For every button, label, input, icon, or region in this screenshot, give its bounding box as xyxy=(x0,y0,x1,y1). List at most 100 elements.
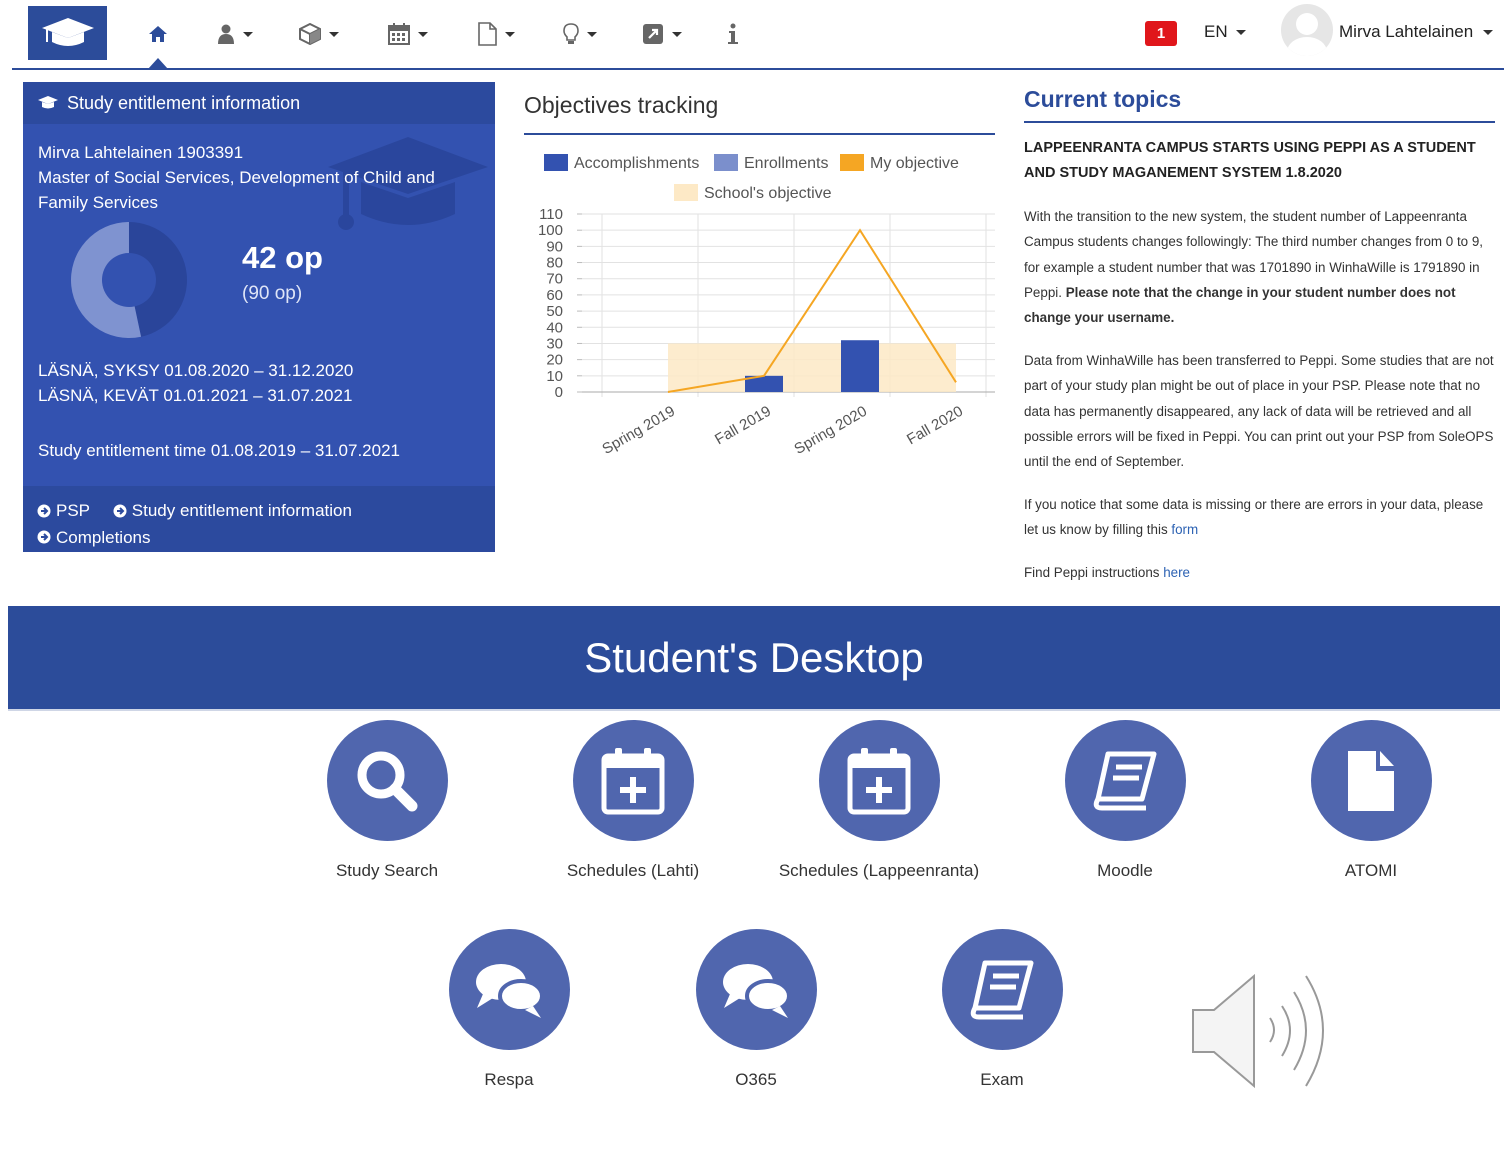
app-logo[interactable] xyxy=(28,6,107,60)
tile-exam[interactable]: Exam xyxy=(882,929,1122,1090)
desktop-title: Student's Desktop xyxy=(584,633,924,681)
topic-paragraph: Find Peppi instructions here xyxy=(1024,560,1496,585)
calendar-icon xyxy=(388,23,410,45)
entitlement-time: Study entitlement time 01.08.2019 – 31.0… xyxy=(38,441,400,460)
chevron-down-icon xyxy=(243,31,253,37)
completions-link[interactable]: Completions xyxy=(37,525,151,550)
nav-studies-menu[interactable] xyxy=(299,20,339,48)
chevron-down-icon xyxy=(505,31,515,37)
document-icon xyxy=(478,22,497,46)
language-selector[interactable]: EN xyxy=(1204,22,1246,42)
topic-paragraph: Data from WinhaWille has been transferre… xyxy=(1024,353,1494,470)
y-tick-label: 110 xyxy=(539,206,563,223)
x-tick-label: Fall 2019 xyxy=(712,403,774,449)
tile-circle xyxy=(572,720,694,841)
nav-home[interactable] xyxy=(148,20,168,48)
chevron-down-icon xyxy=(1483,29,1494,35)
search-icon xyxy=(357,751,418,811)
study-panel-links: PSP Study entitlement information Comple… xyxy=(23,486,495,552)
user-menu[interactable]: Mirva Lahtelainen xyxy=(1339,22,1494,42)
tile-study-search[interactable]: Study Search xyxy=(267,720,507,881)
arrow-circle-right-icon xyxy=(113,504,127,517)
feedback-form-link[interactable]: form xyxy=(1171,522,1198,537)
x-tick-label: Spring 2019 xyxy=(599,403,678,458)
tile-label: Schedules (Lahti) xyxy=(566,861,700,880)
legend-label: School's objective xyxy=(704,185,832,202)
document-icon xyxy=(1348,750,1394,811)
nav-info[interactable] xyxy=(727,20,739,48)
banner-divider xyxy=(8,709,1500,711)
study-entitlement-link[interactable]: Study entitlement information xyxy=(113,498,352,523)
legend-swatch xyxy=(840,154,864,171)
topic-text: Find Peppi instructions xyxy=(1024,565,1160,580)
tile-label: Schedules (Lappeenranta) xyxy=(778,861,980,880)
tile-circle xyxy=(1310,720,1432,841)
tile-schedules-lappeenranta[interactable]: Schedules (Lappeenranta) xyxy=(759,720,999,881)
tile-label: Respa xyxy=(484,1070,534,1089)
user-icon xyxy=(218,24,234,44)
nav-links-menu[interactable] xyxy=(642,20,682,48)
tile-atomi[interactable]: ATOMI xyxy=(1251,720,1491,881)
tile-circle xyxy=(326,720,448,841)
y-tick-label: 30 xyxy=(546,335,563,352)
tile-label: O365 xyxy=(735,1070,777,1089)
cube-icon xyxy=(299,23,321,45)
status-line: LÄSNÄ, KEVÄT 01.01.2021 – 31.07.2021 xyxy=(38,386,353,405)
credits-donut xyxy=(70,222,187,338)
lightbulb-icon xyxy=(563,23,579,44)
psp-link-label: PSP xyxy=(56,501,91,520)
chevron-down-icon xyxy=(587,31,597,37)
y-tick-label: 80 xyxy=(546,255,563,272)
accomplishment-bar xyxy=(841,340,879,392)
tile-respa[interactable]: Respa xyxy=(389,929,629,1090)
nav-calendar-menu[interactable] xyxy=(388,20,428,48)
top-navigation: 1 EN Mirva Lahtelainen xyxy=(0,0,1506,72)
nav-ideas-menu[interactable] xyxy=(563,20,597,48)
arrow-circle-right-icon xyxy=(37,504,51,517)
chat-bubbles-icon xyxy=(723,963,791,1018)
calendar-plus-icon xyxy=(601,747,665,814)
status-line: LÄSNÄ, SYKSY 01.08.2020 – 31.12.2020 xyxy=(38,361,354,380)
speaker-icon[interactable] xyxy=(1190,972,1340,1090)
chevron-down-icon xyxy=(1235,29,1246,35)
tile-moodle[interactable]: Moodle xyxy=(1005,720,1245,881)
avatar[interactable] xyxy=(1281,4,1333,56)
study-panel-title: Study entitlement information xyxy=(67,92,301,113)
user-name: Mirva Lahtelainen xyxy=(1339,22,1474,41)
credits-completed: 42 op xyxy=(242,240,323,275)
y-tick-label: 50 xyxy=(546,303,563,320)
tile-circle xyxy=(1064,720,1186,841)
chevron-down-icon xyxy=(418,31,428,37)
y-tick-label: 0 xyxy=(555,384,563,401)
tile-schedules-lahti[interactable]: Schedules (Lahti) xyxy=(513,720,753,881)
graduation-cap-icon xyxy=(38,96,58,109)
tile-o365[interactable]: O365 xyxy=(636,929,876,1090)
legend-swatch xyxy=(674,184,698,201)
calendar-plus-icon xyxy=(847,747,911,814)
y-tick-label: 10 xyxy=(546,368,563,385)
legend-label: Accomplishments xyxy=(574,155,699,172)
study-entitlement-panel: Study entitlement information Mirva Laht… xyxy=(23,82,495,552)
nav-user-menu[interactable] xyxy=(217,20,253,48)
study-panel-header: Study entitlement information xyxy=(23,82,495,124)
info-icon xyxy=(728,23,738,44)
desktop-banner: Student's Desktop xyxy=(8,606,1500,709)
psp-link[interactable]: PSP xyxy=(37,498,90,523)
objectives-chart: Accomplishments Enrollments My objective Sc… xyxy=(538,154,995,458)
y-tick-label: 20 xyxy=(546,352,563,369)
instructions-link[interactable]: here xyxy=(1163,565,1190,580)
book-icon xyxy=(1093,751,1157,810)
notification-badge[interactable]: 1 xyxy=(1145,21,1177,46)
registration-status: LÄSNÄ, SYKSY 01.08.2020 – 31.12.2020 LÄS… xyxy=(38,358,353,408)
topic-headline: LAPPEENRANTA CAMPUS STARTS USING PEPPI A… xyxy=(1024,140,1476,181)
language-label: EN xyxy=(1204,22,1228,41)
tile-label: ATOMI xyxy=(1344,861,1398,880)
topic-paragraph: With the transition to the new system, t… xyxy=(1024,204,1496,330)
home-icon xyxy=(149,26,167,42)
legend-label: Enrollments xyxy=(744,155,828,172)
topics-divider xyxy=(1024,121,1495,123)
current-topics-title: Current topics xyxy=(1024,86,1182,112)
nav-documents-menu[interactable] xyxy=(477,20,515,48)
chevron-down-icon xyxy=(329,31,339,37)
topic-paragraph: If you notice that some data is missing … xyxy=(1024,492,1496,543)
